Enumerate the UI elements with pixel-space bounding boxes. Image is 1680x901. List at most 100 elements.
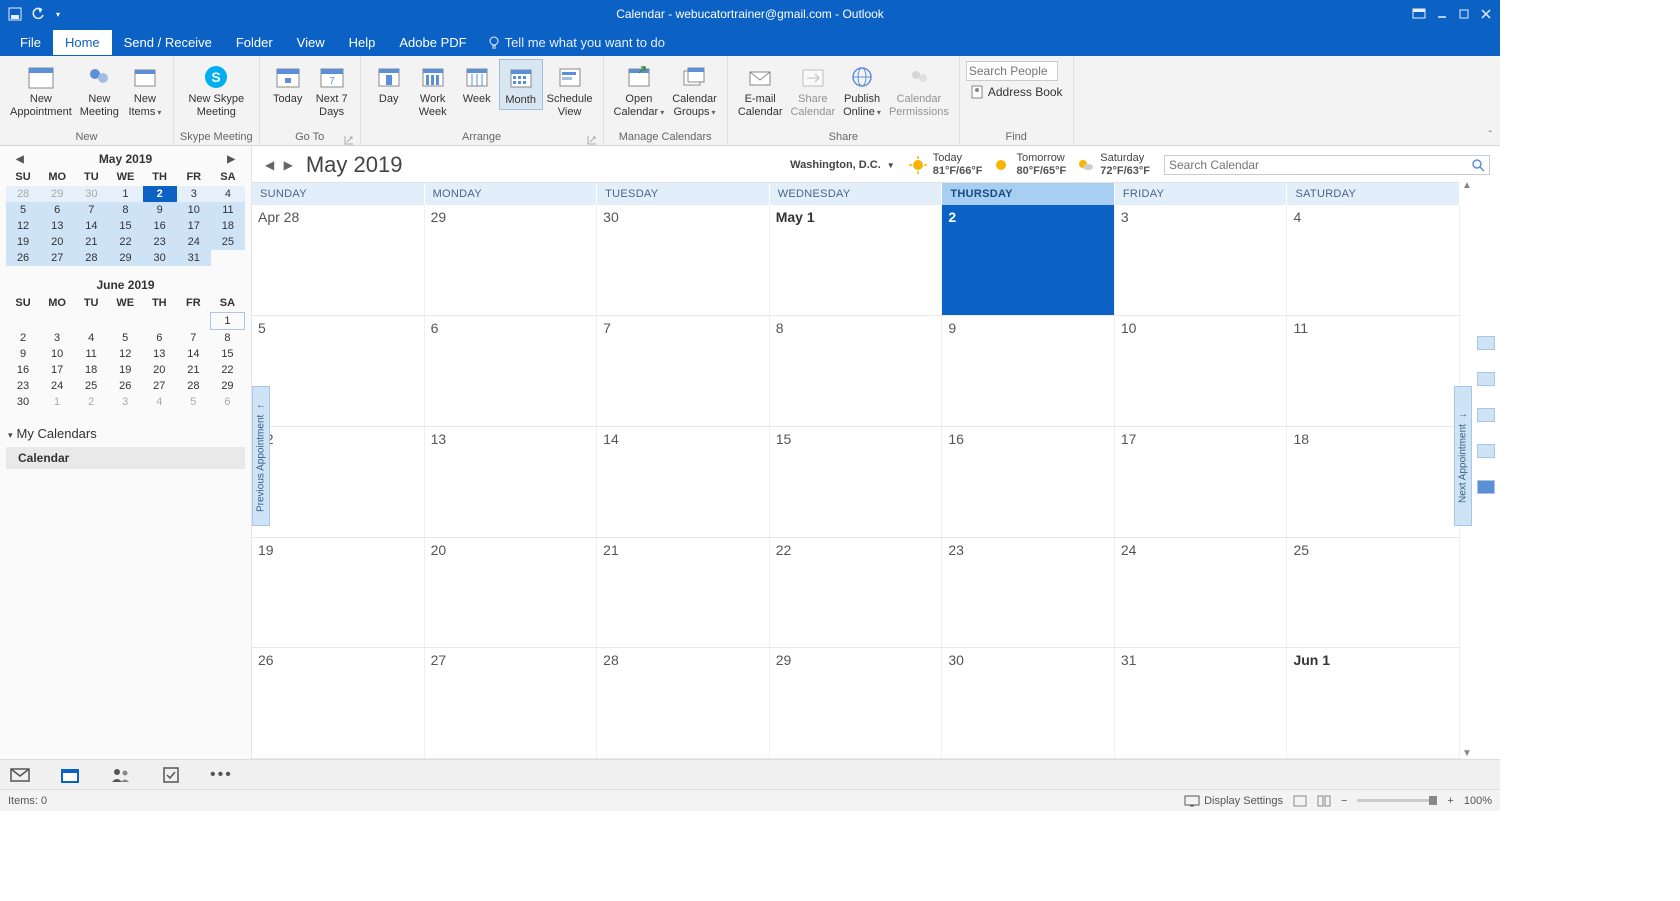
navcal-day[interactable] [211,250,245,266]
navcal-day[interactable]: 19 [6,234,40,250]
calendar-cell[interactable]: 8 [770,316,943,426]
calendar-cell[interactable]: 2 [942,205,1115,315]
day-button[interactable]: Day [367,59,411,108]
address-book-button[interactable]: Address Book [966,83,1067,101]
tab-folder[interactable]: Folder [224,30,285,55]
nav-more-icon[interactable]: ••• [210,766,233,784]
new-appointment-button[interactable]: New Appointment [6,59,76,121]
week-button[interactable]: Week [455,59,499,108]
calendar-cell[interactable]: 24 [1115,538,1288,648]
navcal-day[interactable]: 18 [211,218,245,234]
email-calendar-button[interactable]: E-mail Calendar [734,59,787,121]
navcal-day[interactable]: 21 [176,362,210,378]
navcal-day[interactable]: 24 [177,234,211,250]
navcal-day[interactable]: 2 [143,186,177,202]
tab-send-receive[interactable]: Send / Receive [112,30,224,55]
calendar-cell[interactable]: 21 [597,538,770,648]
search-people-input[interactable] [966,61,1058,81]
navcal-day[interactable] [40,313,74,330]
calendar-cell[interactable]: 22 [770,538,943,648]
calendar-cell[interactable]: 16 [942,427,1115,537]
publish-online-button[interactable]: Publish Online [839,59,885,121]
weather-location[interactable]: Washington, D.C. ▼ [790,159,895,171]
navcal-day[interactable]: 3 [40,330,74,347]
navcal-day[interactable]: 2 [74,394,108,410]
schedule-view-button[interactable]: Schedule View [543,59,597,121]
navcal-day[interactable] [142,313,176,330]
tab-help[interactable]: Help [337,30,388,55]
collapse-ribbon-icon[interactable]: ˆ [1489,130,1492,141]
navcal-day[interactable]: 28 [74,250,108,266]
nav-tasks-icon[interactable] [162,766,180,784]
calendar-cell[interactable]: 29 [425,205,598,315]
navcal-day[interactable]: 30 [143,250,177,266]
calendar-list-item[interactable]: Calendar [6,447,245,469]
navcal-day[interactable]: 31 [177,250,211,266]
new-meeting-button[interactable]: New Meeting [76,59,123,121]
weather-day[interactable]: Today81°F/66°F [909,152,983,178]
navcal-day[interactable]: 3 [108,394,142,410]
navcal-day[interactable]: 30 [6,394,40,410]
view-thumb[interactable] [1477,408,1495,422]
navcal-day[interactable]: 27 [142,378,176,394]
navcal-day[interactable]: 17 [177,218,211,234]
new-items-button[interactable]: New Items [123,59,167,121]
navcal-day[interactable]: 13 [40,218,74,234]
calendar-cell[interactable]: 20 [425,538,598,648]
calendar-cell[interactable]: 25 [1287,538,1460,648]
navcal-day[interactable]: 7 [176,330,210,347]
navcal-day[interactable]: 15 [108,218,142,234]
navcal-day[interactable]: 9 [6,346,40,362]
view-thumb[interactable] [1477,336,1495,350]
navcal-day[interactable]: 24 [40,378,74,394]
calendar-cell[interactable]: 15 [770,427,943,537]
close-icon[interactable] [1480,8,1492,20]
navcal-day[interactable]: 11 [211,202,245,218]
calendar-cell[interactable]: 28 [597,648,770,758]
next-7-days-button[interactable]: 7 Next 7 Days [310,59,354,121]
calendar-cell[interactable]: 26 [252,648,425,758]
navcal-day[interactable]: 6 [142,330,176,347]
navcal-day[interactable]: 10 [40,346,74,362]
navcal-day[interactable]: 14 [74,218,108,234]
navcal-day[interactable]: 4 [211,186,245,202]
navcal-day[interactable] [74,313,108,330]
tab-view[interactable]: View [285,30,337,55]
navcal-day[interactable] [108,313,142,330]
calendar-cell[interactable]: 7 [597,316,770,426]
search-icon[interactable] [1471,158,1485,172]
today-button[interactable]: Today [266,59,310,108]
view-thumb[interactable] [1477,480,1495,494]
vertical-scrollbar[interactable]: ▲▼ [1460,180,1474,759]
open-calendar-button[interactable]: Open Calendar [610,59,669,121]
navcal-day[interactable]: 25 [74,378,108,394]
navcal-day[interactable]: 20 [40,234,74,250]
calendar-cell[interactable]: Jun 1 [1287,648,1460,758]
calendar-cell[interactable]: 11 [1287,316,1460,426]
calendar-cell[interactable]: 6 [425,316,598,426]
navcal-day[interactable]: 27 [40,250,74,266]
calendar-cell[interactable]: 14 [597,427,770,537]
next-month-icon[interactable]: ▶ [221,154,241,165]
view-thumb[interactable] [1477,372,1495,386]
navcal-day[interactable]: 26 [108,378,142,394]
zoom-out-icon[interactable]: − [1341,795,1347,807]
calendar-cell[interactable]: 31 [1115,648,1288,758]
calendar-cell[interactable]: 12 [252,427,425,537]
navcal-day[interactable]: 29 [40,186,74,202]
navcal-day[interactable]: 19 [108,362,142,378]
navcal-day[interactable]: 30 [74,186,108,202]
nav-calendar-icon[interactable] [60,766,80,784]
navcal-day[interactable] [176,313,210,330]
navcal-day[interactable]: 6 [40,202,74,218]
navcal-day[interactable]: 12 [6,218,40,234]
dialog-launcher-icon[interactable] [587,135,597,145]
my-calendars-toggle[interactable]: My Calendars [6,420,245,447]
calendar-cell[interactable]: 10 [1115,316,1288,426]
navcal-day[interactable]: 14 [176,346,210,362]
calendar-cell[interactable]: May 1 [770,205,943,315]
calendar-cell[interactable]: 13 [425,427,598,537]
navcal-day[interactable]: 29 [210,378,244,394]
calendar-cell[interactable]: 17 [1115,427,1288,537]
calendar-cell[interactable]: 30 [942,648,1115,758]
